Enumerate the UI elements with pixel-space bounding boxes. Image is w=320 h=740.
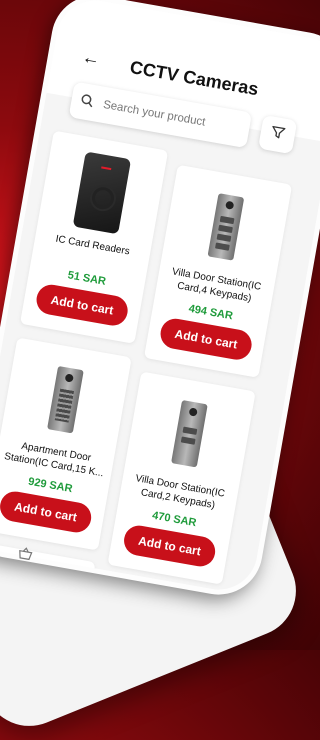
filter-icon bbox=[268, 123, 287, 146]
phone-frame: ← CCTV Cameras IC Card Readers 51 SAR Ad… bbox=[0, 0, 320, 602]
back-arrow-icon[interactable]: ← bbox=[80, 46, 103, 70]
product-image bbox=[55, 146, 148, 241]
product-image bbox=[179, 180, 272, 275]
product-card[interactable]: Apartment Door Station(IC Card,15 K... 9… bbox=[0, 337, 132, 551]
product-image bbox=[19, 352, 112, 447]
product-image bbox=[143, 386, 236, 481]
product-card[interactable]: Villa Door Station(IC Card,2 Keypads) 47… bbox=[107, 371, 256, 585]
product-card[interactable]: Villa Door Station(IC Card,4 Keypads) 49… bbox=[143, 164, 293, 378]
filter-button[interactable] bbox=[258, 114, 298, 155]
product-card[interactable]: IC Card Readers 51 SAR Add to cart bbox=[19, 130, 169, 344]
app-screen: ← CCTV Cameras IC Card Readers 51 SAR Ad… bbox=[0, 0, 320, 602]
basket-icon[interactable] bbox=[17, 546, 38, 567]
search-icon bbox=[70, 91, 102, 112]
